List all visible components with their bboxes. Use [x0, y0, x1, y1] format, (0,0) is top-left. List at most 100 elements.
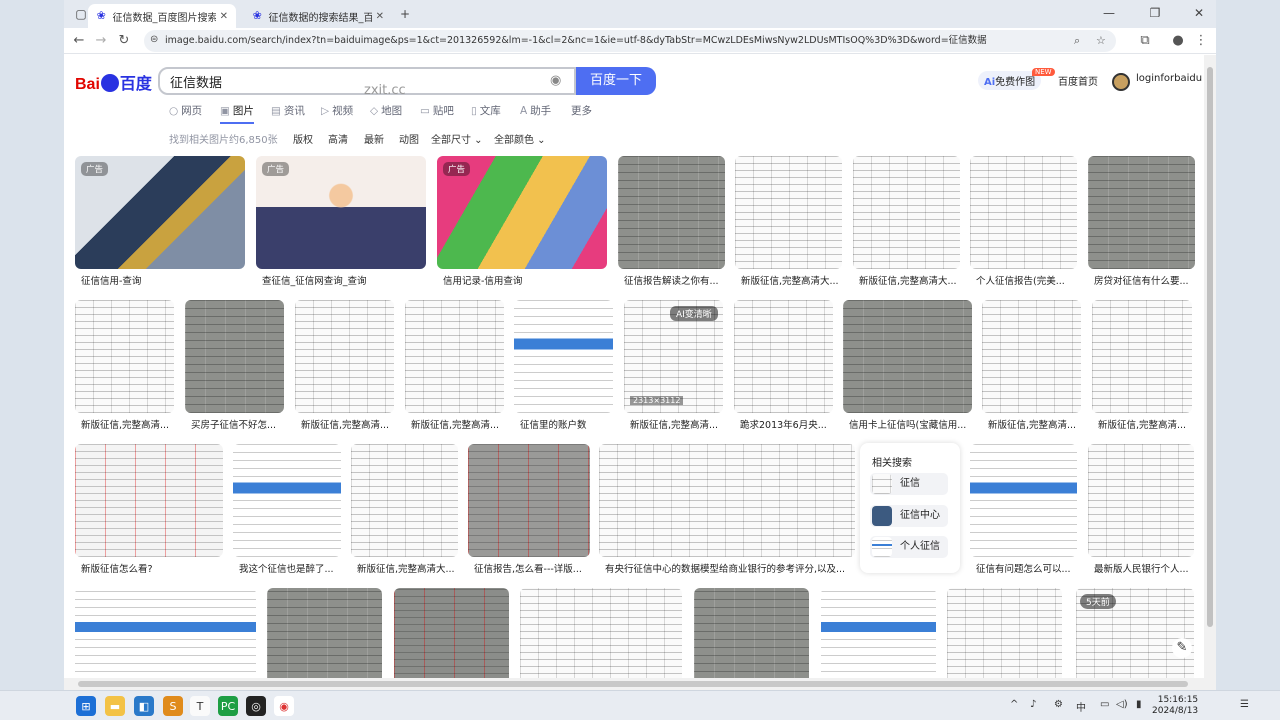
result-card[interactable]: 新版征信,完整高清...	[75, 300, 174, 432]
search-input[interactable]	[170, 72, 530, 90]
close-tab-icon[interactable]: ✕	[220, 11, 228, 22]
result-image[interactable]	[1088, 444, 1194, 557]
result-caption[interactable]: 新版征信,完整高清...	[988, 417, 1080, 431]
result-card[interactable]: 最新版人民银行个人...	[1088, 444, 1194, 576]
result-card[interactable]	[267, 588, 382, 688]
result-image[interactable]	[735, 156, 842, 269]
result-caption[interactable]: 查征信_征信网查询_查询	[262, 273, 422, 287]
avatar[interactable]	[1112, 73, 1130, 91]
result-image[interactable]	[821, 588, 936, 688]
result-caption[interactable]: 征信报告,怎么看---详版...	[474, 561, 590, 575]
result-image[interactable]	[694, 588, 809, 688]
result-caption[interactable]: 有央行征信中心的数据模型给商业银行的参考评分,以及...	[605, 561, 853, 575]
result-image[interactable]	[853, 156, 960, 269]
result-image[interactable]	[468, 444, 590, 557]
home-link[interactable]: 百度首页	[1058, 73, 1098, 88]
result-card[interactable]: 广告 征信信用-查询	[75, 156, 245, 288]
tab-web[interactable]: ○ 网页	[169, 103, 202, 118]
result-caption[interactable]: 征信信用-查询	[81, 273, 241, 287]
result-caption[interactable]: 买房子征信不好怎...	[191, 417, 283, 431]
tab-news[interactable]: ▤ 资讯	[271, 103, 305, 118]
result-image[interactable]	[618, 156, 725, 269]
result-image[interactable]	[982, 300, 1081, 413]
result-card[interactable]: 有央行征信中心的数据模型给商业银行的参考评分,以及...	[599, 444, 855, 576]
result-image[interactable]	[75, 444, 223, 557]
result-caption[interactable]: 征信里的账户数	[520, 417, 612, 431]
tab-video[interactable]: ▷ 视频	[321, 103, 353, 118]
result-image[interactable]	[599, 444, 855, 557]
ai-enhance-badge[interactable]: AI变清晰	[670, 306, 718, 321]
result-caption[interactable]: 新版征信,完整高清大...	[741, 273, 841, 287]
result-card[interactable]	[520, 588, 682, 688]
result-caption[interactable]: 信用记录-信用查询	[443, 273, 603, 287]
reload-icon[interactable]: ↻	[113, 30, 135, 52]
result-card[interactable]: 新版征信,完整高清大...	[351, 444, 458, 576]
result-image[interactable]	[394, 588, 509, 688]
result-card[interactable]: 买房子征信不好怎...	[185, 300, 284, 432]
result-image[interactable]	[233, 444, 341, 557]
result-caption[interactable]: 我这个征信也是醉了...	[239, 561, 341, 575]
result-card[interactable]: 新版征信,完整高清大...	[735, 156, 842, 288]
result-image[interactable]	[1088, 156, 1195, 269]
notifications-icon[interactable]: ☰	[1240, 699, 1249, 710]
result-card[interactable]: 广告 查征信_征信网查询_查询	[256, 156, 426, 288]
result-card[interactable]: 新版征信,完整高清...	[405, 300, 504, 432]
result-caption[interactable]: 征信有问题怎么可以...	[976, 561, 1076, 575]
result-card[interactable]: 个人征信报告(完美...	[970, 156, 1077, 288]
tab-wenku[interactable]: ▯ 文库	[471, 103, 501, 118]
result-card[interactable]	[394, 588, 509, 688]
result-card[interactable]: 新版征信怎么看?	[75, 444, 223, 576]
result-image[interactable]	[970, 444, 1077, 557]
result-card[interactable]: 新版征信,完整高清...	[982, 300, 1081, 432]
result-caption[interactable]: 新版征信,完整高清...	[81, 417, 173, 431]
result-card[interactable]: 跪求2013年6月央...	[734, 300, 833, 432]
url-text[interactable]: image.baidu.com/search/index?tn=baiduima…	[165, 30, 987, 52]
result-caption[interactable]: 个人征信报告(完美...	[976, 273, 1076, 287]
back-icon[interactable]: ←	[68, 30, 90, 52]
result-image[interactable]	[1092, 300, 1192, 413]
tab-more[interactable]: 更多	[571, 103, 592, 118]
bookmark-star-icon[interactable]: ☆	[1096, 30, 1106, 52]
result-image[interactable]	[734, 300, 833, 413]
result-image[interactable]	[947, 588, 1062, 688]
tab-inactive[interactable]: ❀ 征信数据的搜索结果_百度图片搜索 ✕	[244, 4, 392, 28]
forward-icon[interactable]: →	[90, 30, 112, 52]
result-card[interactable]: 征信报告解读之你有...	[618, 156, 725, 288]
text-editor-icon[interactable]: T	[190, 696, 210, 716]
result-card[interactable]	[75, 588, 256, 688]
site-info-icon[interactable]: ⊜	[150, 34, 158, 45]
tab-active[interactable]: ❀ 征信数据_百度图片搜索 ✕	[88, 4, 236, 28]
extensions-icon[interactable]: ⧉	[1134, 30, 1156, 52]
battery-icon[interactable]: ▮	[1136, 699, 1142, 710]
windows-start-icon[interactable]: ⊞	[76, 696, 96, 716]
result-image[interactable]	[514, 300, 613, 413]
result-caption[interactable]: 房贷对征信有什么要...	[1094, 273, 1194, 287]
result-card[interactable]: 广告 信用记录-信用查询	[437, 156, 607, 288]
filter-latest[interactable]: 最新	[364, 131, 384, 146]
result-card[interactable]	[947, 588, 1062, 688]
pycharm-icon[interactable]: PC	[218, 696, 238, 716]
file-explorer-icon[interactable]: ▬	[105, 696, 125, 716]
scrollbar-thumb[interactable]	[1207, 67, 1213, 627]
result-card[interactable]: AI变清晰 2313×3112 新版征信,完整高清...	[624, 300, 723, 432]
result-caption[interactable]: 新版征信,完整高清大...	[357, 561, 457, 575]
filter-hd[interactable]: 高清	[328, 131, 348, 146]
maximize-icon[interactable]: ❐	[1140, 2, 1170, 24]
filter-color[interactable]: 全部颜色 ⌄	[494, 131, 546, 146]
related-item[interactable]: 征信	[870, 473, 948, 495]
result-caption[interactable]: 新版征信,完整高清...	[630, 417, 722, 431]
minimize-icon[interactable]: —	[1094, 2, 1124, 24]
profile-icon[interactable]: ●	[1167, 30, 1189, 52]
result-image[interactable]	[267, 588, 382, 688]
result-card[interactable]: 新版征信,完整高清大...	[853, 156, 960, 288]
horizontal-scrollbar[interactable]	[64, 678, 1204, 690]
related-item[interactable]: 征信中心	[870, 505, 948, 527]
result-image[interactable]	[185, 300, 284, 413]
result-card[interactable]: 我这个征信也是醉了...	[233, 444, 341, 576]
result-caption[interactable]: 新版征信,完整高清...	[411, 417, 503, 431]
filter-size[interactable]: 全部尺寸 ⌄	[431, 131, 483, 146]
result-card[interactable]	[694, 588, 809, 688]
related-item[interactable]: 个人征信	[870, 536, 948, 558]
result-caption[interactable]: 新版征信,完整高清...	[1098, 417, 1190, 431]
result-card[interactable]: 房贷对征信有什么要...	[1088, 156, 1195, 288]
